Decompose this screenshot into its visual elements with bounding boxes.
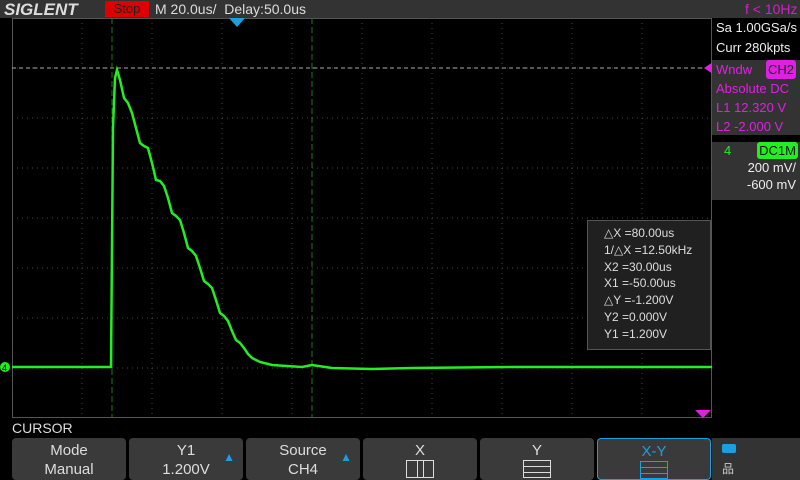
inverse-delta-x: 1/△X =12.50kHz xyxy=(604,242,693,257)
delta-y: △Y =-1.200V xyxy=(604,293,674,308)
channel-coupling: DC1M xyxy=(757,142,798,159)
x-cursor-button[interactable]: X xyxy=(363,438,477,480)
ch4-panel[interactable]: 4 DC1M 200 mV/ -600 mV xyxy=(712,142,800,200)
timebase-info: M 20.0us/ Delay:50.0us xyxy=(155,1,306,17)
channel-scale: 200 mV/ xyxy=(747,160,796,175)
acquisition-panel: Sa 1.00GSa/s Curr 280kpts xyxy=(712,18,800,60)
window-mode: Absolute DC xyxy=(716,81,789,96)
channel-number: 4 xyxy=(724,143,732,158)
window-label: Wndw xyxy=(716,62,753,77)
y1-button[interactable]: Y1 1.200V ▲ xyxy=(129,438,243,480)
run-stop-status[interactable]: Stop xyxy=(105,1,149,17)
window-l2: L2 -2.000 V xyxy=(716,119,784,134)
x1-value: X1 =-50.00us xyxy=(604,276,676,291)
xy-cursor-button[interactable]: X-Y xyxy=(597,438,711,480)
network-icon: 品 xyxy=(722,462,735,476)
delay: Delay:50.0us xyxy=(224,1,306,17)
menu-title: CURSOR xyxy=(12,420,73,436)
svg-text:4: 4 xyxy=(2,363,7,373)
window-channel: CH2 xyxy=(765,60,796,79)
adjust-arrow-icon: ▲ xyxy=(223,450,235,464)
x-cursor-icon xyxy=(406,460,434,478)
cursor-readout: △X =80.00us 1/△X =12.50kHz X2 =30.00us X… xyxy=(587,220,711,350)
x-label: X xyxy=(414,442,425,459)
siglent-logo: SIGLENT xyxy=(4,0,78,19)
y1-value: Y1 =1.200V xyxy=(604,326,668,341)
xy-cursor-icon xyxy=(640,461,668,479)
channel-offset: -600 mV xyxy=(746,177,796,192)
sample-rate: Sa 1.00GSa/s xyxy=(716,20,797,35)
y-cursor-button[interactable]: Y xyxy=(480,438,594,480)
status-area: 品 xyxy=(712,438,800,480)
delta-x: △X =80.00us xyxy=(604,226,675,240)
mode-value: Manual xyxy=(44,461,94,478)
memory-depth: Curr 280kpts xyxy=(716,40,791,55)
mode-button[interactable]: Mode Manual xyxy=(12,438,126,480)
y-label: Y xyxy=(531,442,542,459)
source-button[interactable]: Source CH4 ▲ xyxy=(246,438,360,480)
window-l1: L1 12.320 V xyxy=(716,100,787,115)
timebase: M 20.0us/ xyxy=(155,1,217,17)
y-cursor-icon xyxy=(523,460,551,478)
mode-label: Mode xyxy=(50,442,88,459)
xy-label: X-Y xyxy=(641,443,667,460)
trigger-position-marker[interactable] xyxy=(229,18,245,27)
x2-value: X2 =30.00us xyxy=(604,259,672,274)
adjust-arrow-icon: ▲ xyxy=(340,450,352,464)
usb-icon xyxy=(722,444,736,453)
ch4-marker[interactable]: 4 xyxy=(0,361,12,373)
waveform-display xyxy=(12,18,712,418)
y2-value: Y2 =0.000V xyxy=(604,309,668,324)
window-panel[interactable]: Wndw CH2 Absolute DC L1 12.320 V L2 -2.0… xyxy=(712,60,800,135)
trigger-level-marker[interactable] xyxy=(695,410,711,418)
trigger-frequency: f < 10Hz xyxy=(745,1,798,17)
